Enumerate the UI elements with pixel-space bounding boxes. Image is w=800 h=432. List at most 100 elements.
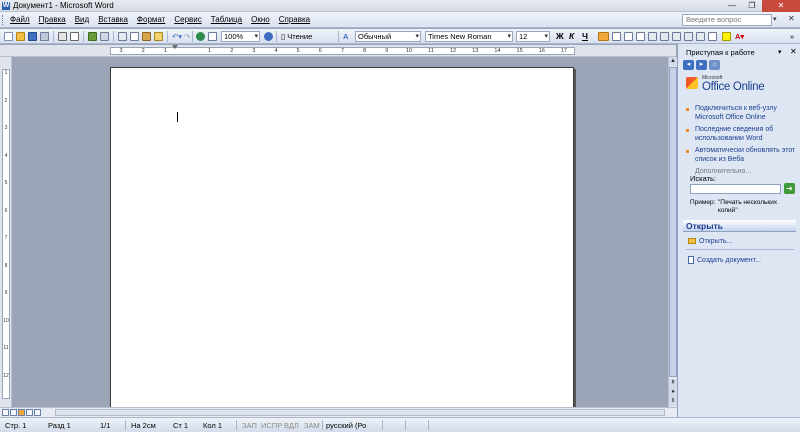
- cut-icon[interactable]: [118, 32, 127, 41]
- toolbar-separator: [276, 31, 277, 42]
- menu-edit[interactable]: Правка: [39, 15, 66, 25]
- document-page[interactable]: [110, 67, 574, 407]
- select-browse-object-icon[interactable]: ●: [669, 388, 677, 397]
- maximize-button[interactable]: ❐: [742, 0, 762, 12]
- undo-icon[interactable]: ↶▾: [172, 32, 182, 41]
- forward-icon[interactable]: ▸: [696, 60, 707, 70]
- home-icon[interactable]: ⌂: [709, 60, 720, 70]
- open-folder-icon[interactable]: [16, 32, 25, 41]
- close-window-button[interactable]: ✕: [762, 0, 800, 12]
- reading-mode-button[interactable]: ▯ Чтение: [281, 32, 312, 41]
- hyperlink-icon[interactable]: [196, 32, 205, 41]
- zoom-select[interactable]: 100%: [221, 31, 260, 42]
- vertical-scrollbar[interactable]: ▲ ⇞ ● ⇟: [668, 57, 677, 407]
- outline-view-icon[interactable]: [26, 409, 33, 416]
- menu-tools[interactable]: Сервис: [174, 15, 201, 25]
- borders-icon[interactable]: [708, 32, 717, 41]
- minimize-button[interactable]: —: [722, 0, 742, 12]
- ruler-tick-label: 6: [4, 207, 8, 214]
- search-go-icon[interactable]: ➔: [784, 183, 795, 194]
- menu-view[interactable]: Вид: [75, 15, 89, 25]
- help-icon[interactable]: [264, 32, 273, 41]
- auto-update-link[interactable]: Автоматически обновлять этот список из В…: [686, 147, 796, 164]
- align-right-icon[interactable]: [624, 32, 633, 41]
- next-page-icon[interactable]: ⇟: [669, 397, 677, 406]
- bullets-icon[interactable]: [672, 32, 681, 41]
- search-input[interactable]: [690, 184, 781, 194]
- style-select[interactable]: Обычный: [355, 31, 421, 42]
- ruler-tick-label: 5: [296, 48, 300, 54]
- scroll-up-icon[interactable]: ▲: [669, 57, 677, 66]
- menu-grip-handle[interactable]: [2, 15, 5, 25]
- tables-icon[interactable]: [208, 32, 217, 41]
- justify-icon[interactable]: [636, 32, 645, 41]
- status-bar: Стр. 1 Разд 1 1/1 На 2см Ст 1 Кол 1 ЗАП …: [0, 417, 800, 432]
- open-document-link[interactable]: Открыть...: [688, 237, 732, 246]
- print-icon[interactable]: [58, 32, 67, 41]
- align-center-icon[interactable]: [612, 32, 621, 41]
- reading-view-icon[interactable]: [34, 409, 41, 416]
- highlight-icon[interactable]: [722, 32, 731, 41]
- web-view-icon[interactable]: [10, 409, 17, 416]
- ruler-tick-label: 3: [4, 125, 8, 131]
- task-pane-menu-icon[interactable]: ▾: [778, 48, 782, 56]
- horizontal-ruler[interactable]: 3 2 1 1 2 3 4 5 6 7 8 9 10 11 12 13 14 1…: [0, 45, 676, 57]
- status-track-changes[interactable]: ИСПР: [261, 419, 282, 432]
- save-icon[interactable]: [28, 32, 37, 41]
- bold-button[interactable]: Ж: [556, 31, 564, 42]
- status-section: Разд 1: [48, 421, 71, 430]
- font-select[interactable]: Times New Roman: [425, 31, 513, 42]
- first-line-indent-marker[interactable]: [172, 45, 178, 50]
- ruler-tick-label: 15: [516, 48, 523, 54]
- normal-view-icon[interactable]: [2, 409, 9, 416]
- increase-indent-icon[interactable]: [696, 32, 705, 41]
- search-label: Искать:: [690, 174, 717, 183]
- vertical-ruler[interactable]: 1 2 3 4 5 6 7 8 9 10 11 12: [0, 57, 12, 407]
- text-cursor: [177, 112, 178, 122]
- copy-icon[interactable]: [130, 32, 139, 41]
- back-icon[interactable]: ◂: [683, 60, 694, 70]
- format-painter-icon[interactable]: [154, 32, 163, 41]
- horizontal-scroll-track[interactable]: [55, 409, 665, 416]
- font-size-select[interactable]: 12: [516, 31, 550, 42]
- italic-button[interactable]: К: [569, 31, 574, 42]
- status-overtype[interactable]: ЗАМ: [304, 419, 320, 432]
- toolbar-options-icon[interactable]: »: [790, 32, 794, 41]
- status-extend-selection[interactable]: ВДЛ: [284, 419, 299, 432]
- menu-file[interactable]: Файл: [10, 15, 30, 25]
- numbering-icon[interactable]: [660, 32, 669, 41]
- latest-news-link[interactable]: Последние сведения об использовании Word: [686, 126, 796, 143]
- align-left-icon[interactable]: [598, 32, 609, 41]
- status-record-macro[interactable]: ЗАП: [242, 419, 257, 432]
- help-dropdown-icon[interactable]: ▾: [773, 15, 777, 23]
- vertical-scroll-thumb[interactable]: [669, 67, 677, 377]
- menu-help[interactable]: Справка: [279, 15, 310, 25]
- connect-office-online-link[interactable]: Подключиться к веб-узлу Microsoft Office…: [686, 105, 796, 122]
- styles-pane-icon[interactable]: A: [343, 32, 348, 41]
- previous-page-icon[interactable]: ⇞: [669, 379, 677, 388]
- menu-window[interactable]: Окно: [251, 15, 270, 25]
- toolbar: ↶▾ ↷ 100% ▯ Чтение A Обычный Times New R…: [0, 29, 800, 44]
- task-pane-close-icon[interactable]: ✕: [790, 47, 797, 56]
- menu-table[interactable]: Таблица: [211, 15, 242, 25]
- paste-icon[interactable]: [142, 32, 151, 41]
- document-close-icon[interactable]: ✕: [788, 14, 795, 23]
- new-document-icon[interactable]: [4, 32, 13, 41]
- underline-button[interactable]: Ч: [582, 31, 588, 42]
- decrease-indent-icon[interactable]: [684, 32, 693, 41]
- create-document-link[interactable]: Создать документ...: [688, 256, 761, 265]
- task-pane-title: Приступая к работе: [686, 48, 755, 57]
- ruler-tick-label: 1: [4, 70, 8, 76]
- menu-format[interactable]: Формат: [137, 15, 165, 25]
- research-icon[interactable]: [100, 32, 109, 41]
- word-app-icon[interactable]: W: [2, 2, 10, 10]
- help-search-input[interactable]: Введите вопрос: [682, 14, 772, 26]
- print-layout-view-icon[interactable]: [18, 409, 25, 416]
- line-spacing-icon[interactable]: [648, 32, 657, 41]
- font-color-icon[interactable]: A▾: [735, 32, 744, 41]
- redo-icon[interactable]: ↷: [184, 32, 190, 41]
- permission-icon[interactable]: [40, 32, 49, 41]
- print-preview-icon[interactable]: [70, 32, 79, 41]
- menu-insert[interactable]: Вставка: [98, 15, 128, 25]
- spelling-icon[interactable]: [88, 32, 97, 41]
